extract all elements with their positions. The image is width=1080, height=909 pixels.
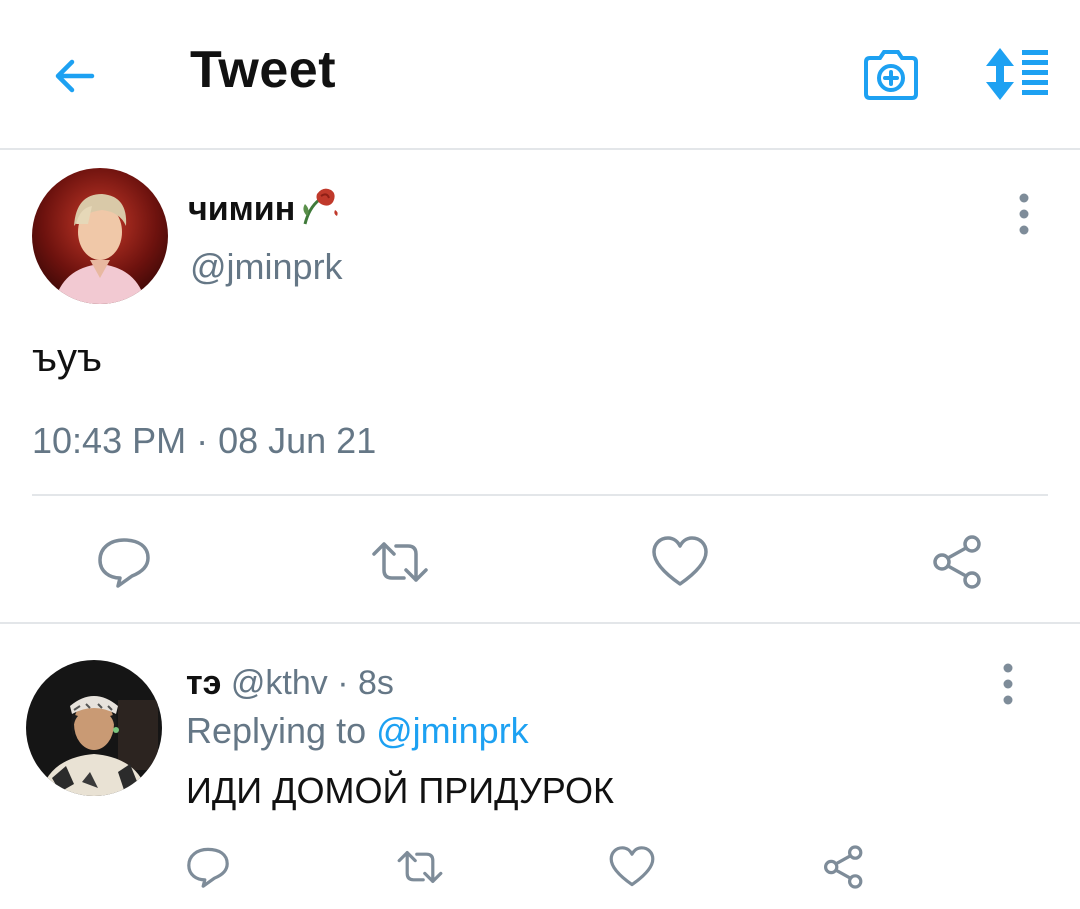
wilted-rose-icon: [303, 188, 338, 225]
share-button[interactable]: [820, 842, 868, 892]
display-name[interactable]: чимин: [188, 186, 343, 235]
more-vertical-icon: [1003, 663, 1013, 705]
user-handle[interactable]: @kthv: [231, 664, 328, 702]
retweet-icon: [372, 542, 428, 582]
more-vertical-icon: [1019, 193, 1029, 235]
retweet-button[interactable]: [370, 532, 430, 592]
avatar[interactable]: [32, 168, 168, 304]
add-photo-button[interactable]: [860, 44, 922, 104]
more-options-button[interactable]: [1004, 192, 1044, 236]
sort-icon: [986, 48, 1048, 100]
like-button[interactable]: [650, 532, 710, 592]
reply-icon: [187, 847, 229, 888]
more-options-button[interactable]: [988, 662, 1028, 706]
retweet-icon: [397, 851, 443, 883]
reply-icon: [98, 538, 150, 588]
retweet-button[interactable]: [396, 842, 444, 892]
reply-text: ИДИ ДОМОЙ ПРИДУРОК: [186, 770, 614, 811]
mention-link[interactable]: @jminprk: [376, 710, 529, 751]
divider: [32, 494, 1048, 496]
share-button[interactable]: [928, 532, 988, 592]
reply-header: тэ @kthv · 8s: [186, 664, 394, 703]
page-title: Tweet: [190, 41, 337, 99]
divider: [0, 622, 1080, 624]
camera-add-icon: [864, 50, 918, 100]
avatar[interactable]: [26, 660, 162, 796]
tweet-timestamp: 10:43 PM · 08 Jun 21: [32, 420, 377, 461]
replying-to: Replying to @jminprk: [186, 710, 529, 751]
user-handle[interactable]: @jminprk: [190, 246, 343, 288]
sort-button[interactable]: [982, 46, 1052, 102]
like-button[interactable]: [608, 842, 656, 892]
top-bar: Tweet: [0, 0, 1080, 150]
reply-button[interactable]: [184, 842, 232, 892]
display-name[interactable]: тэ: [186, 664, 221, 702]
share-icon: [824, 845, 863, 889]
like-icon: [609, 846, 655, 887]
like-icon: [652, 536, 708, 586]
reply-time: · 8s: [337, 664, 394, 702]
back-arrow-icon: [55, 59, 95, 93]
back-button[interactable]: [48, 50, 100, 102]
tweet-text: ъуъ: [32, 336, 102, 380]
reply-button[interactable]: [94, 532, 154, 592]
share-icon: [933, 535, 981, 589]
